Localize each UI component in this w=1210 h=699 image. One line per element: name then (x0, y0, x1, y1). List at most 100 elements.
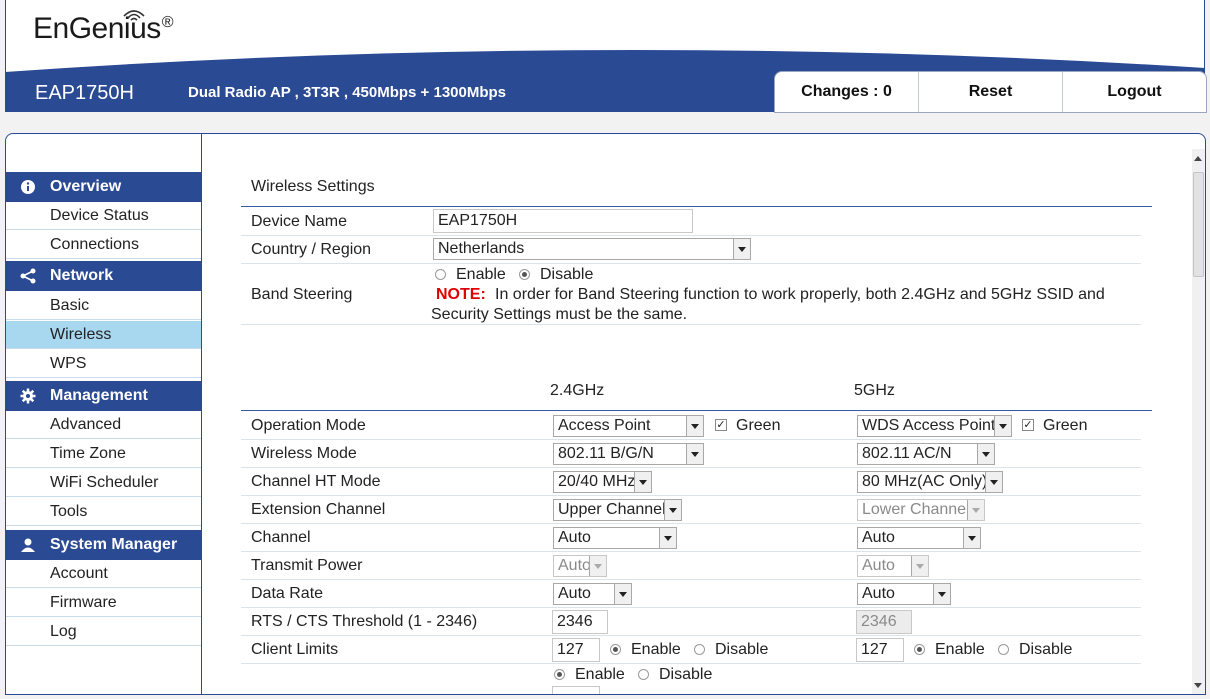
channel-24-select[interactable]: Auto (553, 527, 677, 549)
select-value: Auto (558, 585, 591, 602)
band-steering-label: Band Steering (251, 286, 353, 303)
scroll-down-icon[interactable] (1194, 683, 1202, 688)
sidebar-item-wireless[interactable]: Wireless (6, 321, 201, 349)
green-24-checkbox[interactable]: ✓ (715, 419, 727, 431)
extension-channel-label: Extension Channel (251, 501, 386, 518)
select-value: Lower Channel (862, 501, 970, 518)
sidebar-item-time-zone[interactable]: Time Zone (6, 440, 201, 468)
sidebar-section-label: System Manager (50, 536, 178, 553)
sidebar-item-advanced[interactable]: Advanced (6, 411, 201, 439)
engenius-logo: EnGenius® (33, 10, 174, 46)
sidebar-item-device-status[interactable]: Device Status (6, 202, 201, 230)
wireless-mode-24-select[interactable]: 802.11 B/G/N (553, 443, 704, 465)
sidebar: Overview Device Status Connections Netwo… (6, 134, 202, 694)
channel-5-select[interactable]: Auto (857, 527, 981, 549)
select-value: Upper Channel (558, 501, 666, 518)
page-title: Wireless Settings (251, 178, 375, 195)
green-5-label: Green (1043, 417, 1088, 434)
sidebar-item-account[interactable]: Account (6, 560, 201, 588)
green-5-checkbox[interactable]: ✓ (1022, 419, 1034, 431)
chevron-down-icon (733, 239, 750, 259)
row-divider (241, 263, 1141, 264)
row-divider (241, 235, 1141, 236)
select-value: 802.11 B/G/N (558, 445, 654, 462)
chevron-down-icon (977, 444, 994, 464)
client-limits-24-input[interactable]: 127 (552, 638, 600, 662)
note-text: In order for Band Steering function to w… (495, 286, 1105, 303)
sidebar-section-label: Management (50, 387, 148, 404)
channel-ht-mode-24-select[interactable]: 20/40 MHz (553, 471, 652, 493)
client-limits-24-disable-radio[interactable] (694, 644, 705, 655)
data-rate-24-select[interactable]: Auto (553, 583, 632, 605)
sidebar-item-firmware[interactable]: Firmware (6, 589, 201, 617)
scrollbar-thumb[interactable] (1193, 172, 1204, 277)
row-divider (241, 324, 1141, 325)
client-limits-5-disable-label: Disable (1019, 641, 1073, 658)
note-label: NOTE: (436, 286, 486, 303)
logout-button[interactable]: Logout (1063, 72, 1206, 112)
transmit-power-24-select: Auto (553, 555, 607, 577)
operation-mode-5-select[interactable]: WDS Access Point (857, 415, 1012, 437)
registered-mark: ® (161, 14, 174, 31)
select-value: Access Point (558, 417, 651, 434)
sidebar-item-wps[interactable]: WPS (6, 350, 201, 378)
client-limits-label: Client Limits (251, 641, 339, 658)
client-limits-24-enable-radio[interactable] (610, 644, 621, 655)
bottom-disable-radio[interactable] (638, 669, 649, 680)
channel-label: Channel (251, 529, 311, 546)
band-steering-enable-radio[interactable] (435, 269, 446, 280)
select-value: 802.11 AC/N (862, 445, 952, 462)
wireless-mode-label: Wireless Mode (251, 445, 357, 462)
row-divider (241, 439, 1141, 440)
row-divider (241, 579, 1141, 580)
chevron-down-icon (589, 556, 606, 576)
client-limits-5-enable-label: Enable (935, 641, 985, 658)
sidebar-item-tools[interactable]: Tools (6, 498, 201, 526)
band-5-header: 5GHz (854, 382, 895, 399)
main-panel: Overview Device Status Connections Netwo… (5, 133, 1206, 695)
reset-button[interactable]: Reset (919, 72, 1063, 112)
sidebar-section-label: Overview (50, 178, 122, 195)
sidebar-section-overview[interactable]: Overview (6, 172, 201, 202)
wireless-mode-5-select[interactable]: 802.11 AC/N (857, 443, 995, 465)
rts-cts-24-input[interactable]: 2346 (552, 610, 608, 634)
band-steering-disable-radio[interactable] (519, 269, 530, 280)
band-divider (241, 410, 1152, 411)
country-select[interactable]: Netherlands (433, 238, 751, 260)
top-actions: Changes : 0 Reset Logout (774, 71, 1207, 113)
transmit-power-5-select: Auto (857, 555, 929, 577)
extension-channel-24-select[interactable]: Upper Channel (553, 499, 682, 521)
sidebar-section-system-manager[interactable]: System Manager (6, 530, 201, 560)
sidebar-item-wifi-scheduler[interactable]: WiFi Scheduler (6, 469, 201, 497)
channel-ht-mode-5-select[interactable]: 80 MHz(AC Only) (857, 471, 1003, 493)
bottom-enable-label: Enable (575, 666, 625, 683)
data-rate-5-select[interactable]: Auto (857, 583, 951, 605)
sidebar-item-connections[interactable]: Connections (6, 231, 201, 259)
row-divider (241, 495, 1141, 496)
row-divider (241, 551, 1141, 552)
client-limits-5-disable-radio[interactable] (998, 644, 1009, 655)
device-name-input[interactable]: EAP1750H (433, 209, 693, 233)
select-value: 80 MHz(AC Only) (862, 473, 988, 490)
chevron-down-icon (994, 416, 1011, 436)
sidebar-item-log[interactable]: Log (6, 618, 201, 646)
operation-mode-24-select[interactable]: Access Point (553, 415, 704, 437)
scroll-up-icon[interactable] (1194, 156, 1202, 161)
gear-icon (6, 388, 50, 404)
share-icon (6, 268, 50, 284)
wifi-icon (123, 10, 145, 21)
band-steering-disable-label: Disable (540, 266, 594, 283)
sidebar-item-basic[interactable]: Basic (6, 292, 201, 320)
changes-button[interactable]: Changes : 0 (775, 72, 919, 112)
row-divider (241, 523, 1141, 524)
client-limits-5-input[interactable]: 127 (856, 638, 904, 662)
device-name-label: Device Name (251, 213, 348, 230)
sidebar-section-management[interactable]: Management (6, 381, 201, 411)
select-value: Auto (862, 585, 895, 602)
client-limits-5-enable-radio[interactable] (914, 644, 925, 655)
bottom-partial-input[interactable] (552, 686, 600, 694)
bottom-enable-radio[interactable] (554, 669, 565, 680)
row-divider (241, 607, 1141, 608)
sidebar-section-network[interactable]: Network (6, 261, 201, 291)
data-rate-label: Data Rate (251, 585, 324, 602)
